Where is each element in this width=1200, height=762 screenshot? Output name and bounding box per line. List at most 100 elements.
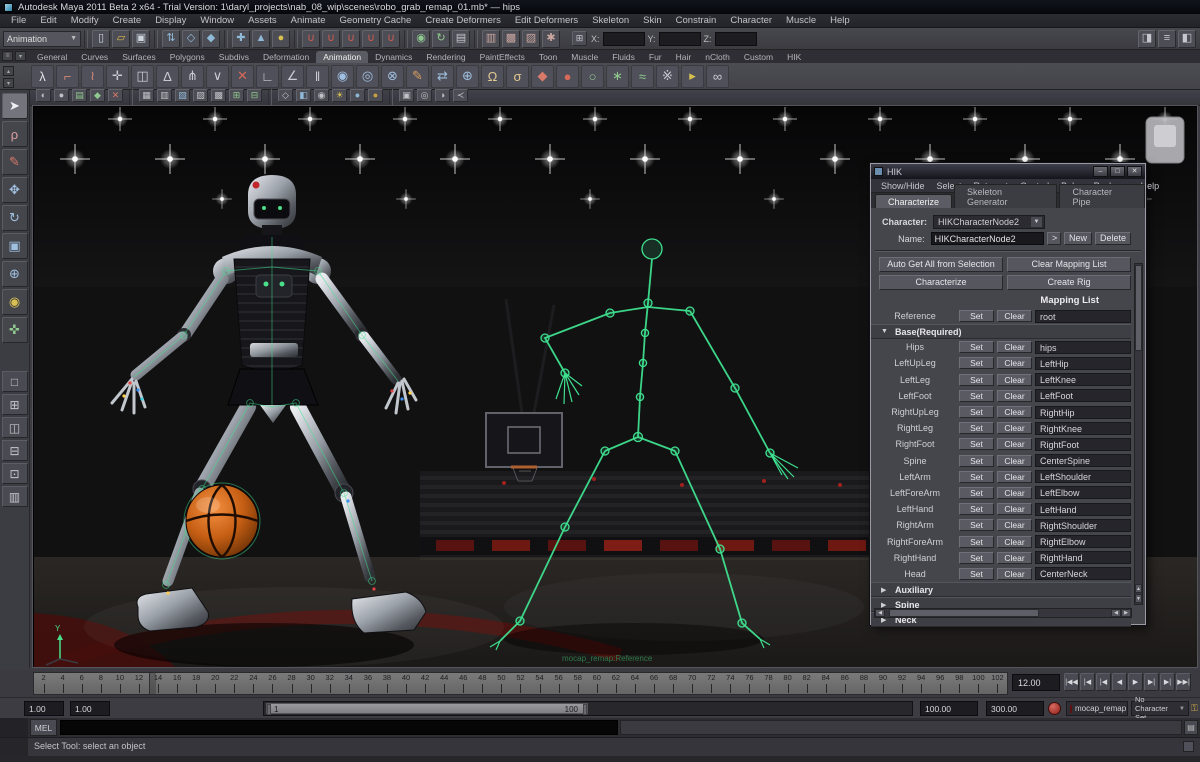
select-tool[interactable]: ➤ [1,93,28,119]
clear-button[interactable]: Clear [997,567,1032,580]
mapping-value-field[interactable]: LeftKnee [1035,373,1131,387]
range-end-handle[interactable] [583,704,587,715]
step-forward-key-button[interactable]: ▶| [1144,673,1159,691]
timeline-frame-12[interactable]: 12 [129,673,148,694]
step-back-key-button[interactable]: |◀ [1096,673,1111,691]
scroll-right-icon[interactable]: ▶ [1121,609,1131,617]
mapping-value-field[interactable]: LeftFoot [1035,389,1131,403]
highlight-selection-icon[interactable]: ✚ [232,29,250,48]
timeline-frame-6[interactable]: 6 [72,673,91,694]
clear-button[interactable]: Clear [997,438,1032,451]
universal-manipulator-tool[interactable]: ⊕ [1,261,28,287]
shelf-menu-icon[interactable]: ≡ [2,51,13,61]
shelf-tab-polygons[interactable]: Polygons [163,51,212,63]
disconnect-joint-icon[interactable]: ✕ [231,64,254,88]
timeline-frame-44[interactable]: 44 [435,673,454,694]
auto-get-all-button[interactable]: Auto Get All from Selection [879,257,1003,272]
shelf-tab-dynamics[interactable]: Dynamics [368,51,419,63]
motion-trail-icon[interactable]: ≈ [631,64,654,88]
clear-button[interactable]: Clear [997,519,1032,532]
absolute-transform-icon[interactable]: ⊞ [572,31,587,46]
show-tool-settings-icon[interactable]: ≡ [1158,29,1176,48]
timeline-frame-2[interactable]: 2 [34,673,53,694]
step-back-frame-button[interactable]: |◀ [1080,673,1095,691]
character-set-menu[interactable]: mocap_remap [1066,701,1128,716]
name-input[interactable]: HIKCharacterNode2 [930,232,1044,245]
xray-icon[interactable]: ◎ [417,88,432,102]
play-backwards-button[interactable]: ◀ [1112,673,1127,691]
shelf-tab-deformation[interactable]: Deformation [256,51,316,63]
lock-camera-icon[interactable]: ● [54,88,69,102]
lasso-select-tool[interactable]: ρ [1,121,28,147]
timeline-frame-72[interactable]: 72 [702,673,721,694]
select-by-object-icon[interactable]: ◇ [182,29,200,48]
maximize-icon[interactable]: □ [1110,166,1125,177]
play-forwards-button[interactable]: ▶ [1128,673,1143,691]
show-channel-box-icon[interactable]: ◧ [1178,29,1196,48]
set-button[interactable]: Set [959,341,994,354]
clear-button[interactable]: Clear [997,310,1032,323]
mapping-value-field[interactable]: hips [1035,340,1131,354]
mapping-value-field[interactable]: LeftElbow [1035,486,1131,500]
save-scene-icon[interactable]: ▣ [132,29,150,48]
set-button[interactable]: Set [959,551,994,564]
mapping-value-field[interactable]: CenterSpine [1035,454,1131,468]
timeline-frame-76[interactable]: 76 [740,673,759,694]
scale-tool[interactable]: ▣ [1,233,28,259]
range-slider-track[interactable]: 1 100 [263,701,913,716]
copy-weights-icon[interactable]: ⊕ [456,64,479,88]
timeline-frame-38[interactable]: 38 [377,673,396,694]
shelf-tab-ncloth[interactable]: nCloth [698,51,737,63]
film-gate-icon[interactable]: ▥ [157,88,172,102]
timeline-frame-48[interactable]: 48 [473,673,492,694]
smooth-bind-icon[interactable]: ◉ [331,64,354,88]
snap-to-curve-icon[interactable]: ∪ [322,29,340,48]
set-key-icon[interactable]: ● [556,64,579,88]
auto-keyframe-button[interactable] [1048,702,1061,715]
menu-create[interactable]: Create [106,14,149,28]
set-button[interactable]: Set [959,503,994,516]
set-button[interactable]: Set [959,406,994,419]
shelf-tab-animation[interactable]: Animation [316,51,369,63]
scrollbar-thumb[interactable] [889,609,1039,617]
timeline-frame-82[interactable]: 82 [797,673,816,694]
four-pane-layout-button[interactable]: ⊞ [1,394,28,415]
playhead[interactable] [148,673,156,694]
separations-icon[interactable]: ≺ [453,88,468,102]
mapping-value-field[interactable]: RightFoot [1035,437,1131,451]
menu-muscle[interactable]: Muscle [779,14,823,28]
bookmark-icon[interactable]: ◆ [90,88,105,102]
move-tool[interactable]: ✥ [1,177,28,203]
mapping-value-field[interactable]: CenterNeck [1035,567,1131,581]
safe-title-icon[interactable]: ⊟ [247,88,262,102]
expand-name-button[interactable]: > [1046,232,1061,245]
hik-menu-show-hide[interactable]: Show/Hide [875,179,931,193]
timeline-frame-96[interactable]: 96 [931,673,950,694]
set-button[interactable]: Set [959,357,994,370]
shelf-tab-rendering[interactable]: Rendering [419,51,472,63]
close-icon[interactable]: ✕ [1127,166,1142,177]
character-set-state[interactable]: No Character Set ▼ [1131,695,1189,722]
clear-button[interactable]: Clear [997,357,1032,370]
set-button[interactable]: Set [959,373,994,386]
clear-button[interactable]: Clear [997,341,1032,354]
y-input[interactable] [658,31,701,46]
shadows-icon[interactable]: ● [350,88,365,102]
timeline-frame-88[interactable]: 88 [854,673,873,694]
snap-to-plane-icon[interactable]: ∪ [362,29,380,48]
clear-button[interactable]: Clear [997,470,1032,483]
snap-to-view-icon[interactable]: ∪ [382,29,400,48]
timeline-frame-86[interactable]: 86 [835,673,854,694]
hypershade-persp-layout-button[interactable]: ⊡ [1,463,28,484]
timeline-frame-78[interactable]: 78 [759,673,778,694]
timeline-frame-34[interactable]: 34 [339,673,358,694]
render-view-icon[interactable]: ▥ [482,29,500,48]
scroll-down-icon[interactable]: ▼ [1135,594,1142,603]
scroll-up-icon[interactable]: ▲ [1135,584,1142,593]
menu-edit[interactable]: Edit [33,14,63,28]
shelf-tab-hik[interactable]: HIK [780,51,808,63]
paint-weights-icon[interactable]: ✎ [406,64,429,88]
shelf-tab-toon[interactable]: Toon [532,51,564,63]
characterize-button[interactable]: Characterize [879,275,1003,290]
timeline-frame-56[interactable]: 56 [549,673,568,694]
